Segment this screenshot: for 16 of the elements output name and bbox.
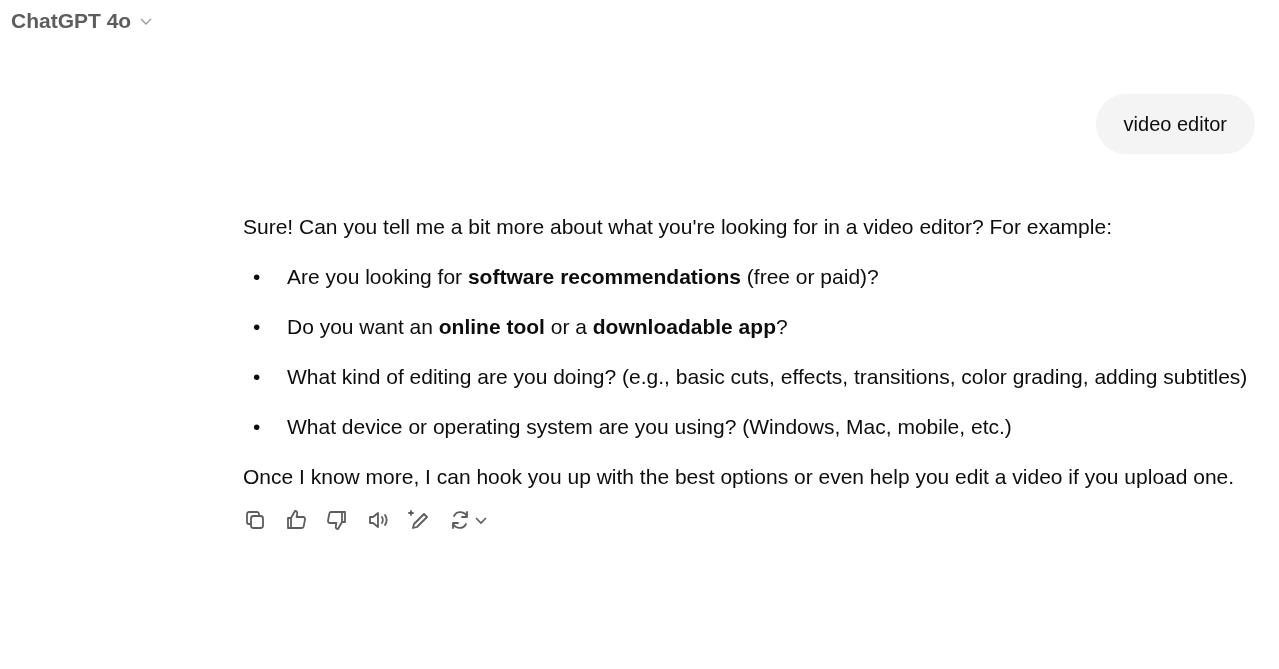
copy-icon[interactable] — [243, 508, 267, 532]
thumbs-down-icon[interactable] — [325, 508, 349, 532]
bullet-marker: • — [253, 414, 262, 440]
thumbs-up-icon[interactable] — [284, 508, 308, 532]
bullet-marker: • — [253, 364, 262, 390]
bullet-text: What kind of editing are you doing? (e.g., basic cuts, effects, transitions, color grading, adding subtitles) — [287, 364, 1248, 390]
closing-text: Once I know more, I can hook you up with the best options or even help you edit a video if you upload one. — [243, 464, 1236, 490]
model-name[interactable]: ChatGPT 4o — [11, 9, 132, 33]
bullet-text: Are you looking for software recommendations (free or paid)? — [287, 264, 879, 290]
bullet-text: What device or operating system are you using? (Windows, Mac, mobile, etc.) — [287, 414, 1012, 440]
bullet-marker: • — [253, 314, 262, 340]
user-message: video editor — [1095, 94, 1255, 154]
pencil-sparkle-icon[interactable] — [407, 508, 431, 532]
bullet-text: Do you want an online tool or a downloadable app? — [287, 314, 788, 340]
bullet-marker: • — [253, 264, 262, 290]
intro-text: Sure! Can you tell me a bit more about what you're looking for in a video editor? For example: — [243, 214, 1113, 240]
